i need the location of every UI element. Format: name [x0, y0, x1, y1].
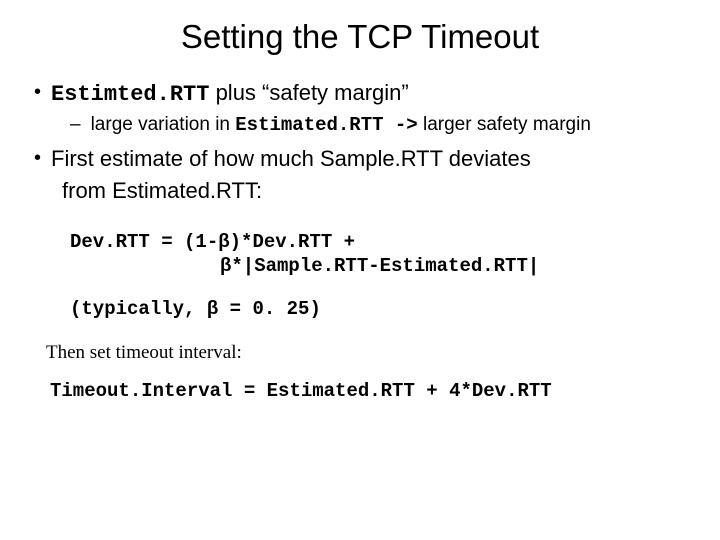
formula-l1b: )*Dev.RTT +	[230, 231, 355, 253]
formula-line-1: Dev.RTT = (1-β)*Dev.RTT +	[70, 230, 688, 254]
devrtt-formula: Dev.RTT = (1-β)*Dev.RTT + β*|Sample.RTT-…	[70, 230, 688, 278]
then-set-text: Then set timeout interval:	[46, 342, 688, 364]
formula-line-2: β*|Sample.RTT-Estimated.RTT|	[220, 254, 688, 278]
beta-symbol: β	[207, 298, 218, 320]
sub1-post: larger safety margin	[418, 114, 591, 135]
typically-note: (typically, β = 0. 25)	[70, 298, 688, 320]
beta-symbol: β	[218, 231, 229, 253]
bullet-2-line1: First estimate of how much Sample.RTT de…	[51, 146, 531, 172]
code-estimtedrtt: Estimted.RTT	[51, 82, 209, 107]
bullet-dot-icon: •	[34, 80, 41, 104]
bullet-1-text: Estimted.RTT plus “safety margin”	[51, 80, 409, 108]
bullet-dot-icon: •	[34, 146, 41, 170]
code-estimatedrtt-arrow: Estimated.RTT ->	[235, 114, 417, 136]
bullet-2-line2: from Estimated.RTT:	[62, 178, 688, 204]
dash-icon: –	[70, 114, 81, 136]
subbullet-1: – large variation in Estimated.RTT -> la…	[70, 114, 688, 136]
subbullet-1-text: large variation in Estimated.RTT -> larg…	[91, 114, 591, 136]
bullet-1-rest: plus “safety margin”	[209, 80, 408, 105]
bullet-1: • Estimted.RTT plus “safety margin”	[32, 80, 688, 108]
sub1-pre: large variation in	[91, 114, 236, 135]
formula-l1a: Dev.RTT = (1-	[70, 231, 218, 253]
beta-symbol: β	[220, 255, 231, 277]
typically-pre: (typically,	[70, 298, 207, 320]
typically-post: = 0. 25)	[218, 298, 321, 320]
formula-l2a: *|Sample.RTT-Estimated.RTT|	[231, 255, 539, 277]
slide-title: Setting the TCP Timeout	[32, 18, 688, 56]
timeout-formula: Timeout.Interval = Estimated.RTT + 4*Dev…	[50, 380, 688, 402]
bullet-2: • First estimate of how much Sample.RTT …	[32, 146, 688, 172]
